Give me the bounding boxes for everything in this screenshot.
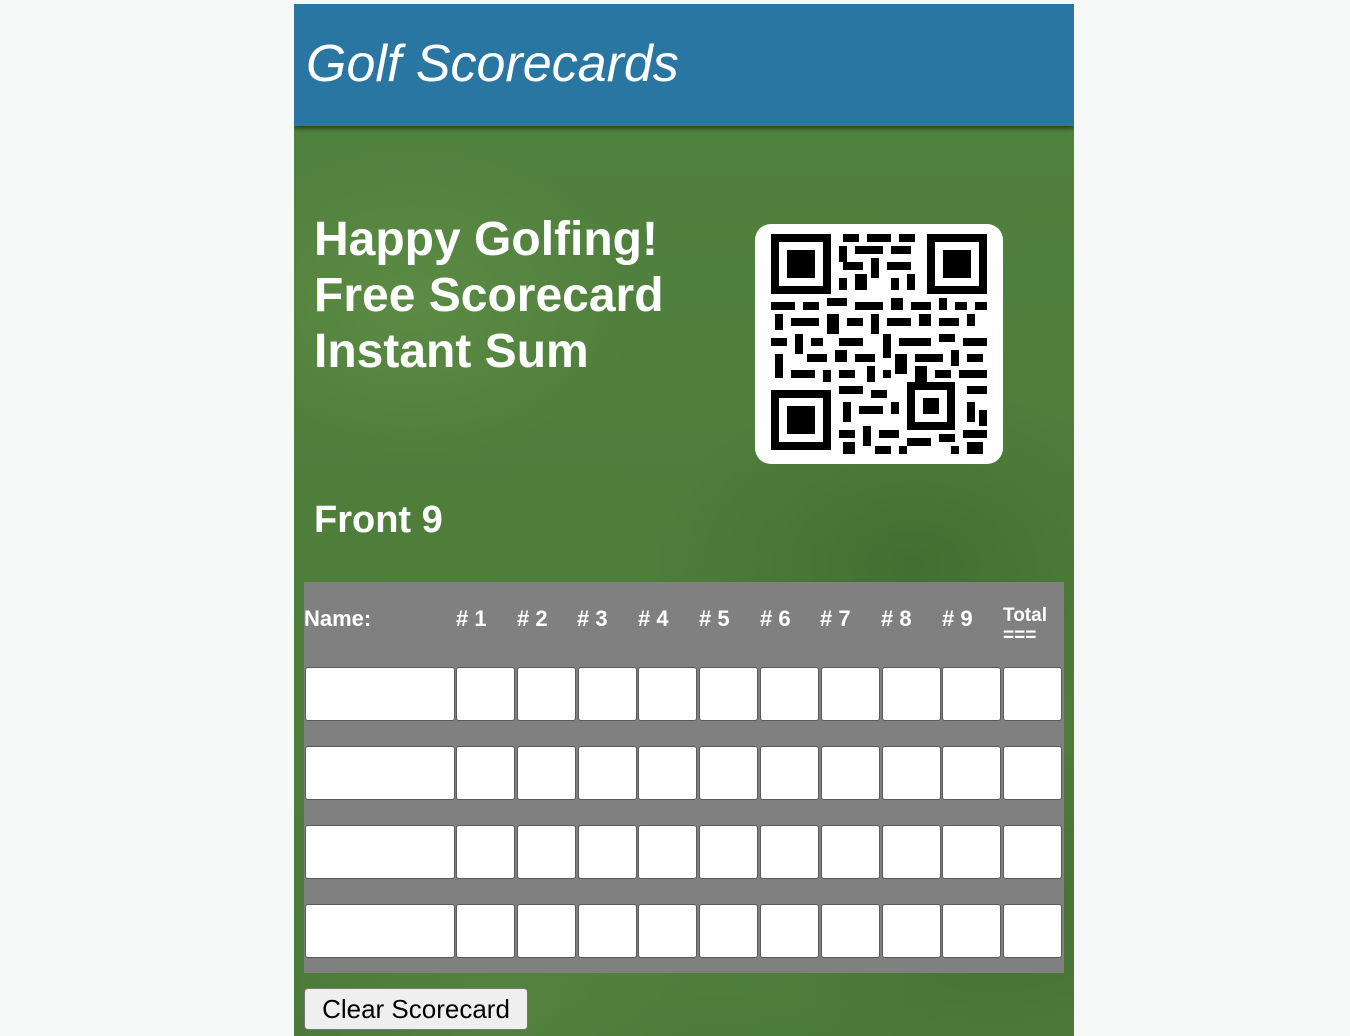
total-header-label: Total [1003, 605, 1047, 626]
hole-2-score-input[interactable] [517, 904, 576, 958]
total-header-underline: === [1003, 625, 1037, 646]
total-score-field[interactable] [1003, 667, 1062, 721]
hole-header-label: # 5 [699, 606, 730, 631]
hole-header-label: # 7 [820, 606, 851, 631]
tagline-line-2: Free Scorecard [314, 269, 664, 322]
hole-8-score-input[interactable] [882, 904, 941, 958]
hole-1-score-input[interactable] [456, 825, 515, 879]
hole-9-score-input[interactable] [942, 746, 1001, 800]
hole-header-label: # 4 [638, 606, 669, 631]
total-score-field[interactable] [1003, 904, 1062, 958]
hole-5-score-input[interactable] [699, 746, 758, 800]
hole-header-label: # 1 [456, 606, 487, 631]
app-title: Golf Scorecards [306, 35, 679, 93]
hole-4-score-input[interactable] [638, 825, 697, 879]
qr-code-icon [771, 234, 987, 454]
player-name-input[interactable] [305, 825, 455, 879]
scorecard-table: Name: # 1 # 2 # 3 # 4 # 5 # 6 # 7 # 8 # … [304, 582, 1064, 973]
hole-6-score-input[interactable] [760, 667, 819, 721]
total-score-field[interactable] [1003, 825, 1062, 879]
hole-4-score-input[interactable] [638, 746, 697, 800]
hole-7-score-input[interactable] [821, 825, 880, 879]
hole-8-score-input[interactable] [882, 667, 941, 721]
total-score-field[interactable] [1003, 746, 1062, 800]
hole-4-score-input[interactable] [638, 904, 697, 958]
hole-3-header: # 3 [577, 582, 637, 662]
hole-5-score-input[interactable] [699, 667, 758, 721]
qr-code-card [755, 224, 1003, 464]
hole-6-header: # 6 [760, 582, 820, 662]
hole-3-score-input[interactable] [578, 904, 637, 958]
hole-3-score-input[interactable] [578, 825, 637, 879]
hole-7-score-input[interactable] [821, 667, 880, 721]
hero-tagline: Happy Golfing! Free Scorecard Instant Su… [314, 212, 664, 380]
hole-2-header: # 2 [517, 582, 577, 662]
player-name-input[interactable] [305, 746, 455, 800]
total-column-header: Total === [1003, 582, 1063, 662]
hole-1-score-input[interactable] [456, 746, 515, 800]
hole-9-score-input[interactable] [942, 825, 1001, 879]
hole-9-score-input[interactable] [942, 667, 1001, 721]
player-name-input[interactable] [305, 904, 455, 958]
hole-1-score-input[interactable] [456, 667, 515, 721]
hole-2-score-input[interactable] [517, 667, 576, 721]
hole-2-score-input[interactable] [517, 825, 576, 879]
hole-7-score-input[interactable] [821, 746, 880, 800]
clear-scorecard-button[interactable]: Clear Scorecard [304, 988, 528, 1030]
hole-6-score-input[interactable] [760, 746, 819, 800]
hole-6-score-input[interactable] [760, 904, 819, 958]
hole-9-score-input[interactable] [942, 904, 1001, 958]
hole-4-header: # 4 [638, 582, 698, 662]
hole-7-score-input[interactable] [821, 904, 880, 958]
tagline-line-1: Happy Golfing! [314, 213, 658, 266]
hole-1-header: # 1 [456, 582, 516, 662]
hole-8-score-input[interactable] [882, 746, 941, 800]
hole-4-score-input[interactable] [638, 667, 697, 721]
page: Golf Scorecards Happy Golfing! Free Scor… [294, 4, 1074, 1036]
hole-8-score-input[interactable] [882, 825, 941, 879]
name-column-header: Name: [304, 582, 454, 662]
total-header: Total === [1003, 606, 1047, 646]
hole-3-score-input[interactable] [578, 667, 637, 721]
section-title: Front 9 [314, 499, 443, 541]
hole-header-label: # 3 [577, 606, 608, 631]
player-name-input[interactable] [305, 667, 455, 721]
hole-header-label: # 6 [760, 606, 791, 631]
hole-6-score-input[interactable] [760, 825, 819, 879]
hole-1-score-input[interactable] [456, 904, 515, 958]
hole-header-label: # 9 [942, 606, 973, 631]
hole-9-header: # 9 [942, 582, 1002, 662]
hole-5-score-input[interactable] [699, 825, 758, 879]
hole-2-score-input[interactable] [517, 746, 576, 800]
hole-header-label: # 8 [881, 606, 912, 631]
hole-5-score-input[interactable] [699, 904, 758, 958]
app-header: Golf Scorecards [294, 4, 1074, 126]
tagline-line-3: Instant Sum [314, 325, 589, 378]
hole-3-score-input[interactable] [578, 746, 637, 800]
hole-8-header: # 8 [881, 582, 941, 662]
name-header-label: Name: [304, 606, 372, 631]
hole-5-header: # 5 [699, 582, 759, 662]
hole-7-header: # 7 [820, 582, 880, 662]
hole-header-label: # 2 [517, 606, 548, 631]
